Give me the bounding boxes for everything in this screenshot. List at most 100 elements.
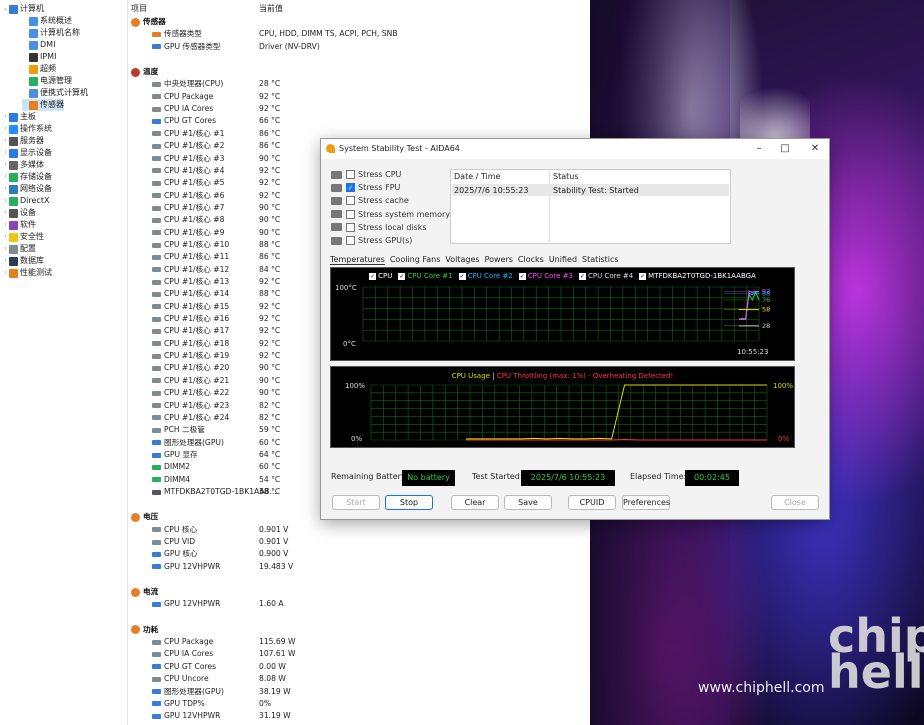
maximize-button[interactable]: □ — [771, 139, 799, 159]
sensor-row[interactable]: CPU Package 115.69 W — [128, 636, 590, 648]
tree-item[interactable]: › 设备 — [2, 207, 36, 219]
tab-unified[interactable]: Unified — [549, 255, 577, 265]
expand-chevron-icon[interactable]: › — [2, 147, 9, 159]
row-value: 92 °C — [259, 190, 281, 200]
close-button[interactable]: Close — [771, 495, 819, 510]
expand-chevron-icon[interactable]: ⌄ — [2, 3, 9, 15]
save-button[interactable]: Save — [504, 495, 552, 510]
stress-option[interactable]: Stress CPU — [331, 168, 401, 181]
clear-button[interactable]: Clear — [451, 495, 499, 510]
sensor-row[interactable]: CPU GT Cores 0.00 W — [128, 661, 590, 673]
stress-checkbox[interactable] — [346, 209, 355, 219]
row-name-cell: GPU 传感器类型 — [152, 41, 220, 53]
row-name-cell: 电流 — [131, 586, 158, 598]
tree-item[interactable]: › 操作系统 — [2, 123, 52, 135]
tab-cooling-fans[interactable]: Cooling Fans — [390, 255, 441, 265]
stress-option[interactable]: Stress system memory — [331, 208, 450, 221]
title-bar[interactable]: System Stability Test - AIDA64 – □ ✕ — [321, 139, 829, 159]
stress-checkbox[interactable] — [346, 170, 355, 179]
expand-chevron-icon[interactable]: › — [2, 207, 9, 219]
sensor-row-icon — [152, 527, 161, 533]
row-value: 64 °C — [259, 449, 281, 459]
tree-item[interactable]: 传感器 — [22, 99, 64, 111]
sensor-row[interactable]: 传感器类型 CPU, HDD, DIMM TS, ACPI, PCH, SNB — [128, 28, 590, 40]
sensor-row[interactable]: GPU 12VHPWR 31.19 W — [128, 710, 590, 722]
expand-chevron-icon[interactable]: › — [2, 135, 9, 147]
tree-item[interactable]: › 软件 — [2, 219, 36, 231]
tree-item[interactable]: › 配置 — [2, 243, 36, 255]
preferences-button[interactable]: Preferences — [622, 495, 670, 510]
tree-item[interactable]: › 多媒体 — [2, 159, 44, 171]
stop-button[interactable]: Stop — [385, 495, 433, 510]
sensor-row[interactable]: CPU 核心 0.901 V — [128, 524, 590, 536]
expand-chevron-icon[interactable]: › — [2, 123, 9, 135]
minimize-button[interactable]: – — [745, 139, 773, 159]
sensor-row[interactable]: GPU 12VHPWR 1.60 A — [128, 598, 590, 610]
tree-item[interactable]: IPMI — [22, 51, 56, 63]
expand-chevron-icon[interactable]: › — [2, 255, 9, 267]
expand-chevron-icon[interactable]: › — [2, 243, 9, 255]
tab-voltages[interactable]: Voltages — [445, 255, 479, 265]
tree-item[interactable]: › 主板 — [2, 111, 36, 123]
tree-item[interactable]: 电源管理 — [22, 75, 72, 87]
expand-chevron-icon[interactable]: › — [2, 231, 9, 243]
sensor-row[interactable]: CPU IA Cores 92 °C — [128, 103, 590, 115]
tab-clocks[interactable]: Clocks — [518, 255, 544, 265]
stress-checkbox[interactable]: ✓ — [346, 183, 355, 193]
section-header[interactable]: 电流 — [128, 586, 590, 598]
tree-item[interactable]: 超频 — [22, 63, 56, 75]
close-window-button[interactable]: ✕ — [801, 139, 829, 159]
sensor-row-icon — [152, 440, 161, 446]
tree-item[interactable]: 计算机名称 — [22, 27, 80, 39]
start-button[interactable]: Start — [332, 495, 380, 510]
expand-chevron-icon[interactable]: › — [2, 267, 9, 279]
expand-chevron-icon[interactable]: › — [2, 219, 9, 231]
stress-option[interactable]: ✓ Stress FPU — [331, 181, 400, 194]
stress-option[interactable]: Stress local disks — [331, 221, 427, 234]
sensor-row[interactable]: 中央处理器(CPU) 28 °C — [128, 78, 590, 90]
cpuid-button[interactable]: CPUID — [568, 495, 616, 510]
stress-checkbox[interactable] — [346, 222, 355, 232]
sensor-row[interactable]: CPU GT Cores 66 °C — [128, 115, 590, 127]
tree-item[interactable]: › DirectX — [2, 195, 49, 207]
expand-chevron-icon[interactable]: › — [2, 159, 9, 171]
tree-item[interactable]: › 安全性 — [2, 231, 44, 243]
stress-option[interactable]: Stress GPU(s) — [331, 234, 412, 247]
stress-checkbox[interactable] — [346, 196, 355, 206]
expand-chevron-icon[interactable]: › — [2, 111, 9, 123]
tree-item[interactable]: ⌄ 计算机 — [2, 3, 44, 15]
section-header[interactable]: 温度 — [128, 66, 590, 78]
sensor-row-icon — [152, 539, 161, 545]
column-header-value[interactable]: 当前值 — [259, 3, 283, 14]
sensor-row[interactable]: GPU 12VHPWR 19.483 V — [128, 561, 590, 573]
tree-item[interactable]: › 存储设备 — [2, 171, 52, 183]
tree-item[interactable]: › 数据库 — [2, 255, 44, 267]
tree-item[interactable]: › 服务器 — [2, 135, 44, 147]
tree-item[interactable]: › 性能测试 — [2, 267, 52, 279]
tab-powers[interactable]: Powers — [485, 255, 513, 265]
tree-item[interactable]: › 显示设备 — [2, 147, 52, 159]
sensor-row[interactable]: GPU 核心 0.900 V — [128, 548, 590, 560]
sensor-row[interactable]: CPU Uncore 8.08 W — [128, 673, 590, 685]
tab-statistics[interactable]: Statistics — [582, 255, 619, 265]
sensor-row[interactable]: GPU TDP% 0% — [128, 698, 590, 710]
sensor-row[interactable]: GPU 传感器类型 Driver (NV-DRV) — [128, 41, 590, 53]
sensor-row[interactable]: 图形处理器(GPU) 38.19 W — [128, 686, 590, 698]
tab-temperatures[interactable]: Temperatures — [330, 255, 385, 265]
expand-chevron-icon[interactable]: › — [2, 183, 9, 195]
tree-item[interactable]: › 网络设备 — [2, 183, 52, 195]
section-header[interactable]: 功耗 — [128, 624, 590, 636]
sensor-row[interactable]: CPU IA Cores 107.61 W — [128, 648, 590, 660]
column-header-item[interactable]: 项目 — [131, 3, 147, 14]
expand-chevron-icon[interactable]: › — [2, 195, 9, 207]
temperature-plot: 9288765828 — [362, 286, 770, 342]
tree-item[interactable]: 系统概述 — [22, 15, 72, 27]
tree-item[interactable]: DMI — [22, 39, 55, 51]
tree-item[interactable]: 便携式计算机 — [22, 87, 88, 99]
section-header[interactable]: 传感器 — [128, 16, 590, 28]
sensor-row[interactable]: CPU VID 0.901 V — [128, 536, 590, 548]
stress-option[interactable]: Stress cache — [331, 194, 409, 207]
sensor-row[interactable]: CPU Package 92 °C — [128, 91, 590, 103]
stress-checkbox[interactable] — [346, 236, 355, 245]
expand-chevron-icon[interactable]: › — [2, 171, 9, 183]
